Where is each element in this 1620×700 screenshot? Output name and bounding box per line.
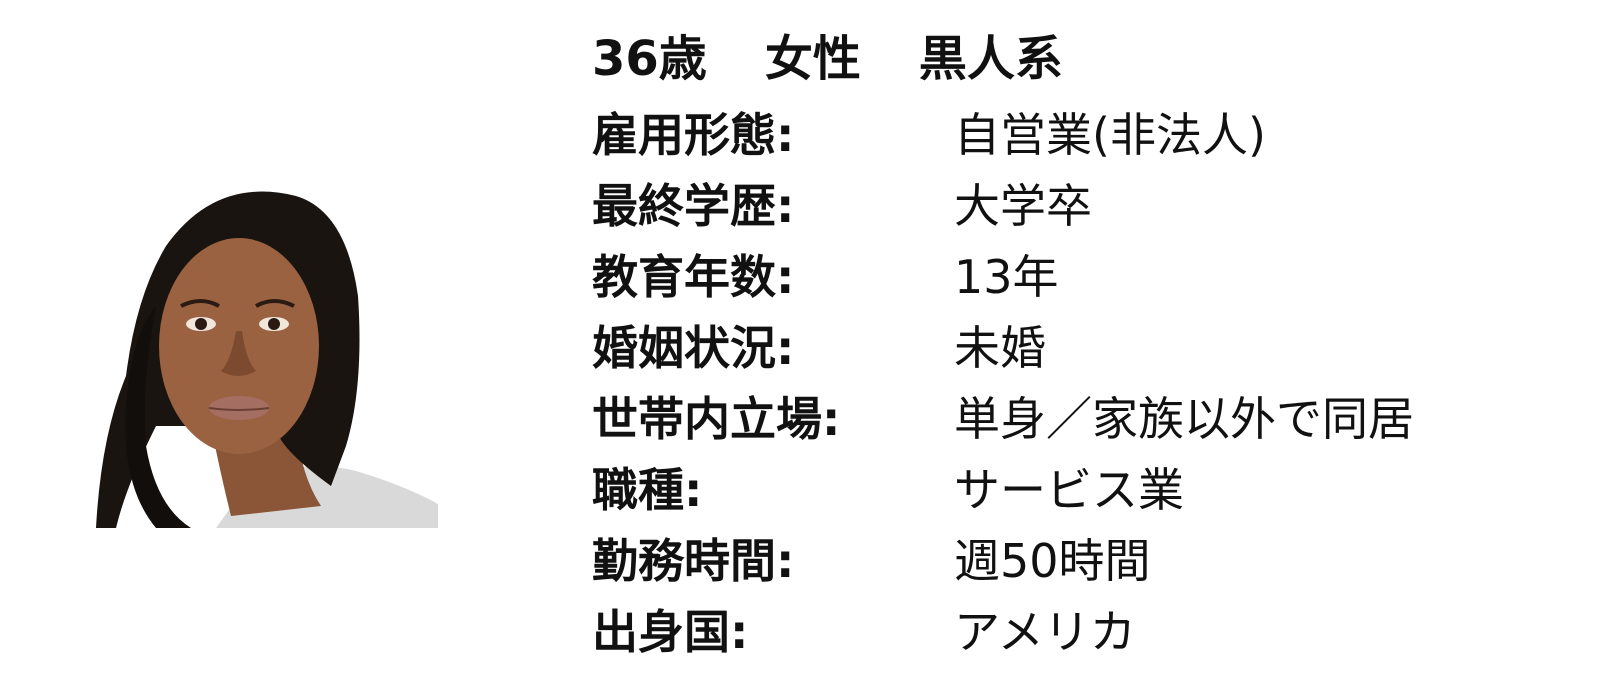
attribute-label: 勤務時間:	[592, 533, 795, 588]
attribute-value: 未婚	[954, 320, 1046, 375]
attribute-row-household-role: 世帯内立場: 単身／家族以外で同居	[592, 380, 1592, 451]
gender-text: 女性	[764, 31, 861, 87]
profile-card: 36歳 女性 黒人系 雇用形態: 自営業(非法人) 最終学歴: 大学卒 教育年数…	[592, 30, 1592, 664]
attribute-label: 教育年数:	[592, 249, 795, 304]
attribute-label: 職種:	[592, 462, 703, 517]
attribute-value: 自営業(非法人)	[954, 107, 1266, 162]
attribute-row-country-of-origin: 出身国: アメリカ	[592, 593, 1592, 664]
attribute-row-education: 最終学歴: 大学卒	[592, 167, 1592, 238]
attribute-label: 最終学歴:	[592, 178, 795, 233]
attribute-label: 雇用形態:	[592, 107, 795, 162]
age-text: 36歳	[592, 31, 707, 87]
attribute-list: 雇用形態: 自営業(非法人) 最終学歴: 大学卒 教育年数: 13年 婚姻状況:…	[592, 96, 1592, 664]
attribute-value: 大学卒	[954, 178, 1092, 233]
attribute-value: 13年	[954, 249, 1059, 304]
attribute-value: アメリカ	[954, 604, 1136, 659]
attribute-label: 婚姻状況:	[592, 320, 795, 375]
attribute-row-occupation: 職種: サービス業	[592, 451, 1592, 522]
profile-header: 36歳 女性 黒人系	[592, 30, 1592, 88]
attribute-row-education-years: 教育年数: 13年	[592, 238, 1592, 309]
attribute-value: 週50時間	[954, 533, 1151, 588]
attribute-value: サービス業	[954, 462, 1184, 517]
attribute-row-employment: 雇用形態: 自営業(非法人)	[592, 96, 1592, 167]
attribute-label: 世帯内立場:	[592, 391, 841, 446]
attribute-row-working-hours: 勤務時間: 週50時間	[592, 522, 1592, 593]
portrait-photo	[96, 186, 438, 528]
attribute-value: 単身／家族以外で同居	[954, 391, 1414, 446]
attribute-label: 出身国:	[592, 604, 749, 659]
ethnicity-text: 黒人系	[918, 31, 1063, 87]
attribute-row-marital-status: 婚姻状況: 未婚	[592, 309, 1592, 380]
